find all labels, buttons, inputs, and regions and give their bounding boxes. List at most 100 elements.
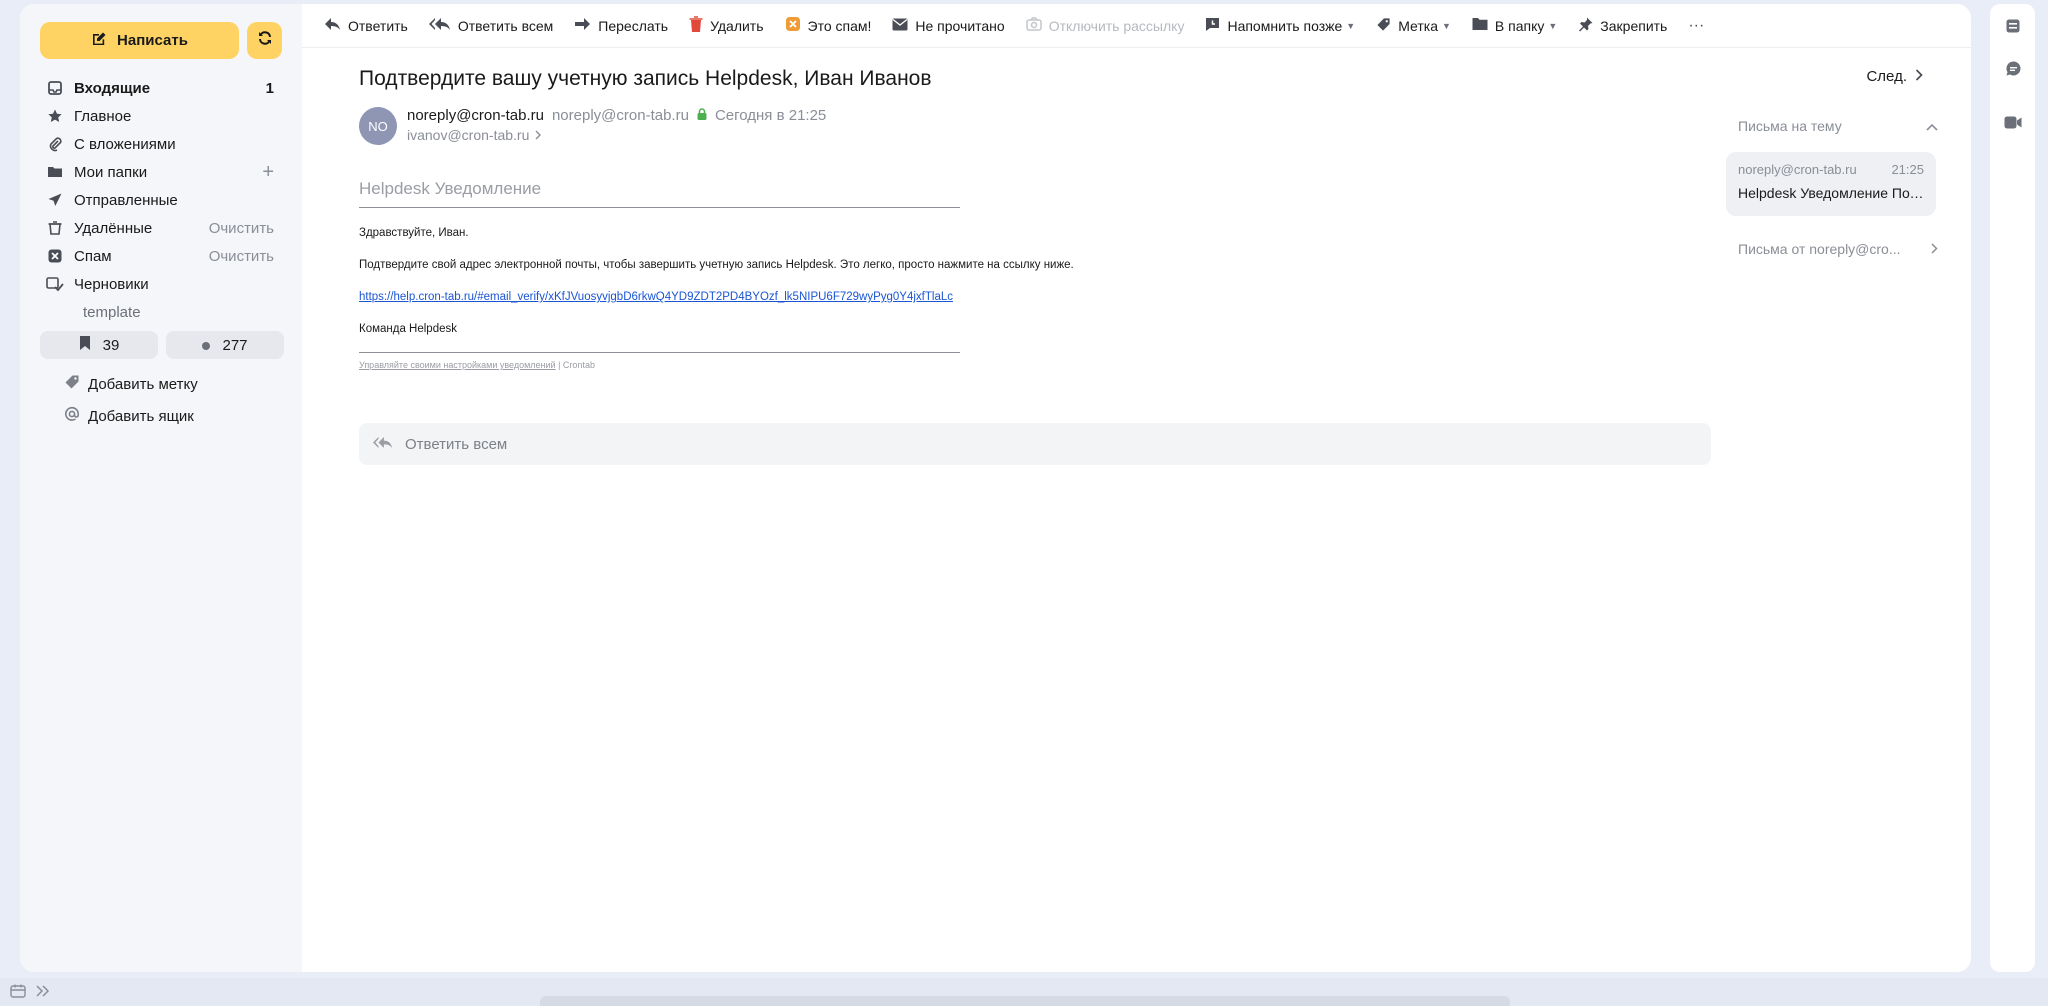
inbox-icon — [46, 79, 64, 97]
message-subject: Подтвердите вашу учетную запись Helpdesk… — [359, 67, 932, 90]
folder-inbox[interactable]: Входящие 1 — [20, 74, 302, 102]
folders-icon — [46, 163, 64, 181]
star-icon — [46, 107, 64, 125]
folder-label: С вложениями — [74, 135, 176, 153]
mail-heading: Helpdesk Уведомление — [359, 179, 960, 208]
unsubscribe-icon — [1025, 17, 1042, 34]
folder-drafts[interactable]: Черновики — [20, 270, 302, 298]
folder-template[interactable]: template — [20, 298, 302, 326]
verify-link[interactable]: https://help.cron-tab.ru/#email_verify/x… — [359, 291, 1459, 303]
label-button[interactable]: Метка ▼ — [1376, 17, 1451, 35]
right-rail — [1990, 4, 2035, 972]
sender-avatar[interactable]: NO — [359, 107, 397, 145]
bookmarks-chip[interactable]: 39 — [40, 331, 158, 359]
reply-all-label: Ответить всем — [457, 17, 554, 34]
more-icon: ··· — [1688, 16, 1705, 34]
folder-my-folders[interactable]: Мои папки + — [20, 158, 302, 186]
folder-label: template — [83, 303, 141, 321]
message-body: Helpdesk Уведомление Здравствуйте, Иван.… — [359, 179, 1459, 370]
sender-line: noreply@cron-tab.ru noreply@cron-tab.ru … — [407, 107, 826, 124]
drafts-icon — [46, 275, 64, 293]
message-toolbar: Ответить Ответить всем Переслать Удалить… — [302, 4, 1971, 48]
taskbar-edge — [540, 996, 1510, 1006]
bookmark-icon — [79, 336, 91, 354]
more-button[interactable]: ··· — [1688, 17, 1704, 35]
clear-spam-button[interactable]: Очистить — [209, 248, 274, 265]
folder-icon — [1472, 17, 1488, 34]
recipient-line[interactable]: ivanov@cron-tab.ru — [407, 127, 542, 143]
notification-settings-link[interactable]: Управляйте своими настройками уведомлени… — [359, 360, 556, 370]
mail-footer: Управляйте своими настройками уведомлени… — [359, 360, 1459, 370]
add-box-button[interactable]: Добавить ящик — [64, 400, 198, 432]
folder-sent[interactable]: Отправленные — [20, 186, 302, 214]
unread-chip[interactable]: 277 — [166, 331, 284, 359]
folder-deleted[interactable]: Удалённые Очистить — [20, 214, 302, 242]
reply-button[interactable]: Ответить — [324, 17, 408, 34]
thread-message-item[interactable]: noreply@cron-tab.ru 21:25 Helpdesk Уведо… — [1726, 152, 1936, 216]
unread-count: 1 — [265, 79, 274, 97]
refresh-button[interactable] — [247, 22, 282, 59]
trash-icon — [689, 16, 703, 35]
chevron-up-icon — [1926, 118, 1938, 134]
sender-address[interactable]: noreply@cron-tab.ru — [552, 107, 689, 124]
spam-label: Это спам! — [807, 17, 872, 34]
spam-icon — [785, 16, 801, 35]
reply-icon — [324, 17, 341, 34]
spam-button[interactable]: Это спам! — [785, 16, 872, 35]
forward-label: Переслать — [598, 17, 669, 34]
message-view: Ответить Ответить всем Переслать Удалить… — [302, 4, 1971, 972]
move-to-folder-button[interactable]: В папку ▼ — [1472, 17, 1557, 34]
message-date: Сегодня в 21:25 — [714, 107, 827, 124]
delete-button[interactable]: Удалить — [689, 16, 764, 35]
pin-label: Закрепить — [1600, 17, 1668, 34]
tag-icon — [1376, 17, 1391, 35]
folder-list: Входящие 1 Главное С вложениями Мои папк… — [20, 74, 302, 326]
remind-label: Напомнить позже — [1227, 17, 1343, 34]
messages-from-sender-link[interactable]: Письма от noreply@cro... — [1738, 241, 1938, 257]
next-message-button[interactable]: След. — [1866, 68, 1923, 85]
delete-label: Удалить — [710, 17, 764, 34]
thread-header-label: Письма на тему — [1738, 118, 1842, 134]
forward-button[interactable]: Переслать — [574, 17, 668, 34]
expand-icon[interactable] — [36, 984, 50, 1003]
unsubscribe-button[interactable]: Отключить рассылку — [1025, 17, 1184, 34]
add-box-text: Добавить ящик — [88, 407, 194, 425]
folder-main[interactable]: Главное — [20, 102, 302, 130]
sidebar: Написать Входящие 1 Главное С вложениями — [20, 4, 302, 972]
trash-icon — [46, 219, 64, 237]
folder-attachments[interactable]: С вложениями — [20, 130, 302, 158]
video-call-icon[interactable] — [2003, 112, 2023, 132]
quick-filters: 39 277 — [40, 331, 284, 359]
remind-later-button[interactable]: Напомнить позже ▼ — [1205, 17, 1355, 35]
sidebar-extra: Добавить метку Добавить ящик — [64, 368, 198, 432]
folder-spam[interactable]: Спам Очистить — [20, 242, 302, 270]
sender-name[interactable]: noreply@cron-tab.ru — [407, 107, 544, 124]
chevron-right-icon — [1915, 68, 1923, 85]
reply-all-button[interactable]: Ответить всем — [428, 17, 554, 34]
next-label: След. — [1866, 68, 1907, 85]
add-folder-button[interactable]: + — [262, 161, 274, 184]
pin-button[interactable]: Закрепить — [1578, 17, 1667, 35]
add-label-button[interactable]: Добавить метку — [64, 368, 198, 400]
pin-icon — [1578, 17, 1593, 35]
unread-label: Не прочитано — [915, 17, 1005, 34]
thread-header[interactable]: Письма на тему — [1738, 118, 1938, 134]
calendar-icon[interactable] — [10, 984, 26, 1003]
recipient-address: ivanov@cron-tab.ru — [407, 127, 530, 143]
folder-label: Удалённые — [74, 219, 153, 237]
messages-from-label: Письма от noreply@cro... — [1738, 241, 1901, 257]
refresh-icon — [257, 30, 273, 51]
compose-button[interactable]: Написать — [40, 22, 239, 59]
notes-icon[interactable] — [2003, 16, 2023, 36]
paperclip-icon — [46, 135, 64, 153]
thread-item-subject: Helpdesk Уведомление Подт... — [1738, 185, 1924, 201]
unread-total: 277 — [222, 336, 248, 354]
chevron-down-icon: ▼ — [1548, 20, 1558, 31]
quick-reply-bar[interactable]: Ответить всем — [359, 423, 1711, 465]
mark-unread-button[interactable]: Не прочитано — [892, 17, 1005, 34]
clear-deleted-button[interactable]: Очистить — [209, 220, 274, 237]
chat-icon[interactable] — [2003, 58, 2023, 78]
chevron-down-icon: ▼ — [1441, 20, 1451, 31]
mail-window: Написать Входящие 1 Главное С вложениями — [20, 4, 1971, 972]
lock-icon — [697, 107, 707, 124]
